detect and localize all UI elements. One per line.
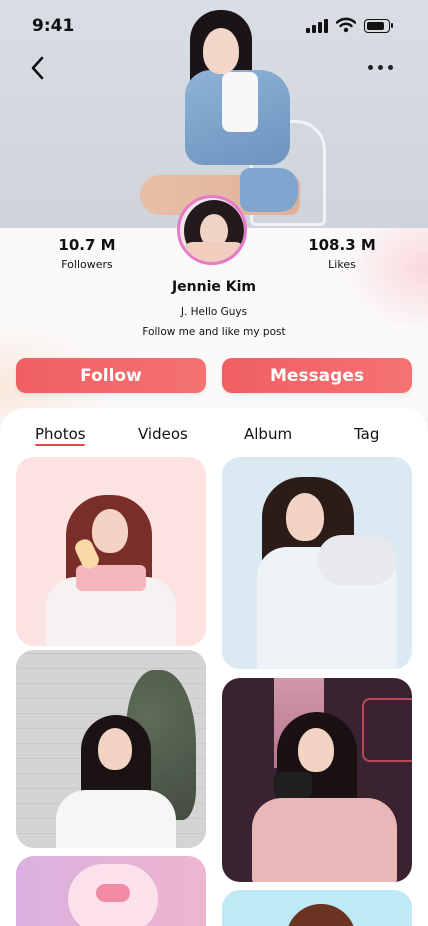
followers-stat[interactable]: 10.7 M Followers <box>27 236 147 271</box>
battery-icon <box>364 19 393 33</box>
photo-card[interactable] <box>222 678 412 882</box>
signal-icon <box>306 19 330 33</box>
cover-shorts <box>240 168 298 212</box>
followers-count: 10.7 M <box>58 236 116 254</box>
profile-screen: 9:41 10.7 M Followers 108.3 M Likes Jenn… <box>0 0 428 926</box>
photo-card[interactable] <box>16 457 206 646</box>
follow-button[interactable]: Follow <box>16 358 206 393</box>
avatar[interactable] <box>177 195 247 265</box>
tab-photos[interactable]: Photos <box>35 425 86 443</box>
cover-shirt <box>222 72 258 132</box>
status-time: 9:41 <box>32 16 75 36</box>
followers-label: Followers <box>61 258 113 271</box>
photo-card[interactable] <box>16 650 206 848</box>
more-horizontal-icon[interactable] <box>366 62 396 74</box>
likes-stat[interactable]: 108.3 M Likes <box>282 236 402 271</box>
active-tab-indicator <box>35 444 85 446</box>
chevron-left-icon[interactable] <box>26 54 52 82</box>
photo-card[interactable] <box>16 856 206 926</box>
tab-tag[interactable]: Tag <box>354 425 379 443</box>
profile-bio-line1: J. Hello Guys <box>180 306 248 318</box>
likes-count: 108.3 M <box>308 236 376 254</box>
messages-button[interactable]: Messages <box>222 358 412 393</box>
likes-label: Likes <box>328 258 356 271</box>
tab-videos[interactable]: Videos <box>138 425 188 443</box>
profile-name: Jennie Kim <box>171 279 257 295</box>
wifi-icon <box>336 17 356 33</box>
status-bar: 9:41 <box>0 0 428 52</box>
photo-card[interactable] <box>222 890 412 926</box>
photo-card[interactable] <box>222 457 412 669</box>
profile-bio-line2: Follow me and like my post <box>142 326 286 338</box>
tab-album[interactable]: Album <box>244 425 292 443</box>
